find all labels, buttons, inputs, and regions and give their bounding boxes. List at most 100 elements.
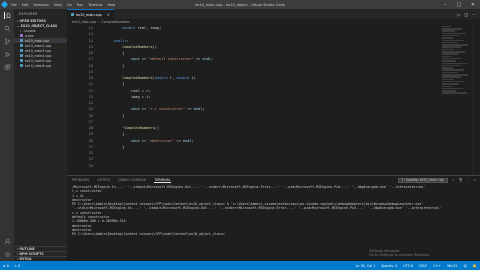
file-item-label: ex10_main4.cpp xyxy=(25,53,52,58)
workspace-label: EX10_OBJECT_CLASS xyxy=(20,23,58,28)
line-number: 21 xyxy=(88,82,93,87)
line-number: 20 xyxy=(88,76,93,81)
open-editors-label: OPEN EDITORS xyxy=(19,18,46,23)
line-number: 15 xyxy=(88,44,93,49)
menu-edit[interactable]: Edit xyxy=(22,3,29,7)
code-text: ComplexNumbers(double r, double i) xyxy=(122,76,196,81)
tab-ex10-main[interactable]: ex10_main.cpp ✕ xyxy=(67,9,114,19)
status-bar: ⊗ 0 ⚠ 0 Ln 34, Col 1 Spaces: 4 UTF-8 CRL… xyxy=(0,261,480,270)
cpp-file-icon xyxy=(71,13,74,16)
run-icon[interactable]: ▷ xyxy=(457,12,460,17)
line-number: 12 xyxy=(88,26,93,31)
close-icon[interactable]: ✕ xyxy=(466,0,480,9)
more-actions-icon[interactable]: ··· xyxy=(472,12,476,17)
chevron-right-icon: › xyxy=(17,252,19,256)
file-item-label: ex10_main.cpp xyxy=(25,38,50,43)
cursor-position[interactable]: Ln 34, Col 1 xyxy=(356,264,376,268)
file-item-label: ex10_main6.cpp xyxy=(25,63,52,68)
exe-file-icon xyxy=(20,34,23,37)
breadcrumb-symbol[interactable]: ComplexNumbers xyxy=(102,20,130,24)
code-text: double real, imag; xyxy=(122,26,162,31)
chevron-down-icon: ⌄ xyxy=(17,23,20,28)
menu-go[interactable]: Go xyxy=(67,3,72,7)
menu-view[interactable]: View xyxy=(54,3,62,7)
terminal-output[interactable]: /Microsoft-MIEngine-In-...' '--stdout=Mi… xyxy=(67,184,480,237)
code-text: } xyxy=(105,113,125,118)
file-item-label: a.exe xyxy=(25,33,34,38)
line-number: 17 xyxy=(88,57,93,62)
tab-output[interactable]: OUTPUT xyxy=(97,178,110,182)
file-item-label: ex10_main3.cpp xyxy=(25,48,52,53)
watermark-subtitle: Go to Settings to activate Windows. xyxy=(369,252,430,257)
indentation[interactable]: Spaces: 4 xyxy=(381,264,397,268)
maximize-panel-icon[interactable]: ⌃ xyxy=(467,178,470,182)
cpp-file-icon xyxy=(20,49,23,52)
code-text: } xyxy=(105,63,125,68)
minimap[interactable] xyxy=(442,25,472,105)
trash-icon[interactable]: 🗑 xyxy=(459,178,463,182)
cpp-file-icon xyxy=(20,39,23,42)
language-mode[interactable]: C++ xyxy=(433,264,441,268)
line-number: 25 xyxy=(88,107,93,112)
line-number: 14 xyxy=(88,38,93,43)
platform[interactable]: Win32 xyxy=(447,264,457,268)
file-item-label: .vscode xyxy=(23,28,36,33)
line-number: 16 xyxy=(88,51,93,56)
split-editor-icon[interactable]: ◫ xyxy=(464,12,468,17)
feedback-icon[interactable]: ☺ xyxy=(463,264,466,268)
line-ending[interactable]: CRLF xyxy=(419,264,427,268)
run-debug-icon[interactable] xyxy=(4,51,11,58)
code-line[interactable]: 34 xyxy=(67,163,480,169)
line-number: 32 xyxy=(88,151,93,156)
terminal-select[interactable]: 1: cppdbg: ex10_main.cpp xyxy=(397,177,448,183)
code-editor[interactable]: 12 double real, imag; 13 14 public: 15 Comp… xyxy=(67,25,480,175)
warnings-count[interactable]: ⚠ 0 xyxy=(14,264,20,268)
menu-help[interactable]: Help xyxy=(108,3,116,7)
line-number: 30 xyxy=(88,138,93,143)
minimize-icon[interactable]: – xyxy=(438,0,452,9)
tab-close-icon[interactable]: ✕ xyxy=(107,13,110,17)
tab-debug-console[interactable]: DEBUG CONSOLE xyxy=(118,178,146,182)
cpp-file-icon xyxy=(20,64,23,67)
terminal-line: '--stdin=Microsoft-MIEngine-In-...' '--s… xyxy=(72,206,442,211)
file-item-ex10-main6[interactable]: ex10_main6.cpp xyxy=(14,63,67,68)
menu-terminal[interactable]: Terminal xyxy=(88,3,102,7)
cpp-file-icon xyxy=(20,54,23,57)
line-number: 26 xyxy=(88,113,93,118)
menu-selection[interactable]: Selection xyxy=(33,3,49,7)
search-icon[interactable] xyxy=(4,25,11,32)
line-number: 33 xyxy=(88,157,93,162)
chevron-right-icon: › xyxy=(20,28,22,33)
explorer-sidebar: EXPLORER › OPEN EDITORS ⌄ EX10_OBJECT_CL… xyxy=(14,9,67,261)
cpp-file-icon xyxy=(20,59,23,62)
account-icon[interactable] xyxy=(4,238,11,245)
code-text: ~ComplexNumbers() xyxy=(122,126,160,131)
tab-label: ex10_main.cpp xyxy=(76,12,102,17)
add-terminal-icon[interactable]: + xyxy=(452,178,455,182)
errors-count[interactable]: ⊗ 0 xyxy=(3,264,9,268)
line-number: 31 xyxy=(88,144,93,149)
source-control-icon[interactable] xyxy=(4,38,11,45)
line-number: 13 xyxy=(88,32,93,37)
menu-run[interactable]: Run xyxy=(77,3,84,7)
menu-bar: File Edit Selection View Go Run Terminal… xyxy=(11,3,115,7)
activate-windows-watermark: Activate Windows Go to Settings to activ… xyxy=(369,249,430,257)
tab-terminal[interactable]: TERMINAL xyxy=(154,178,171,183)
editor-scrollbar[interactable] xyxy=(473,25,480,175)
maximize-icon[interactable]: □ xyxy=(452,0,466,9)
chevron-right-icon: › xyxy=(17,247,19,251)
bell-icon[interactable]: 🔔 xyxy=(473,264,477,268)
file-item-label: ex10_main2.cpp xyxy=(25,43,52,48)
terminal-line: /Microsoft-MIEngine-In-...' '--stdout=Mi… xyxy=(72,185,426,189)
code-text: cout << "r,i constructor" << endl; xyxy=(130,107,205,112)
extensions-icon[interactable] xyxy=(4,64,11,71)
breadcrumb-file[interactable]: ex10_main.cpp xyxy=(72,20,96,24)
encoding[interactable]: UTF-8 xyxy=(403,264,413,268)
editor-tabs: ex10_main.cpp ✕ ▷ ◫ ··· xyxy=(67,9,480,19)
gear-icon[interactable] xyxy=(4,251,11,258)
close-panel-icon[interactable]: ✕ xyxy=(473,178,476,182)
activity-bar xyxy=(0,9,14,261)
tab-problems[interactable]: PROBLEMS xyxy=(72,178,89,182)
menu-file[interactable]: File xyxy=(11,3,17,7)
explorer-icon[interactable] xyxy=(3,12,11,19)
